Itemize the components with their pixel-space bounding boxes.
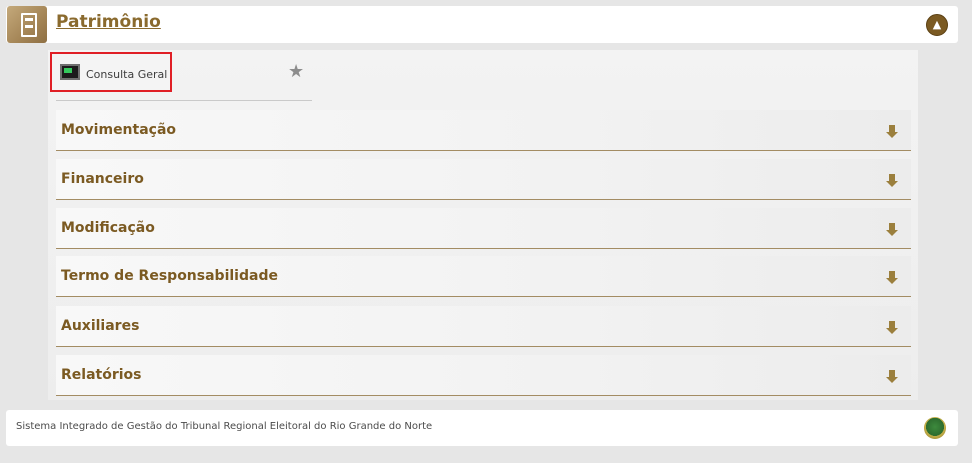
section-label: Relatórios xyxy=(61,367,142,383)
computer-monitor-icon xyxy=(60,64,80,80)
page-header: Patrimônio ▲ xyxy=(6,6,958,43)
chevron-down-icon[interactable] xyxy=(885,370,899,384)
patrimonio-module-icon xyxy=(7,6,47,43)
section-modificacao[interactable]: Modificação xyxy=(56,208,911,249)
section-label: Auxiliares xyxy=(61,318,140,334)
favorite-star-icon[interactable]: ★ xyxy=(288,63,304,81)
section-label: Financeiro xyxy=(61,171,144,187)
chevron-down-icon[interactable] xyxy=(885,321,899,335)
section-termo-responsabilidade[interactable]: Termo de Responsabilidade xyxy=(56,256,911,297)
arrow-up-circle-icon[interactable]: ▲ xyxy=(926,14,948,36)
section-label: Modificação xyxy=(61,220,155,236)
page-title[interactable]: Patrimônio xyxy=(56,12,161,32)
section-relatorios[interactable]: Relatórios xyxy=(56,355,911,396)
consulta-geral-shortcut[interactable]: Consulta Geral xyxy=(50,52,172,92)
national-emblem-icon xyxy=(924,417,946,439)
chevron-down-icon[interactable] xyxy=(885,223,899,237)
section-financeiro[interactable]: Financeiro xyxy=(56,159,911,200)
quick-divider xyxy=(56,100,312,101)
section-movimentacao[interactable]: Movimentação xyxy=(56,110,911,151)
consulta-geral-label: Consulta Geral xyxy=(86,68,168,81)
section-label: Termo de Responsabilidade xyxy=(61,268,278,284)
page-footer: Sistema Integrado de Gestão do Tribunal … xyxy=(6,410,958,446)
footer-text: Sistema Integrado de Gestão do Tribunal … xyxy=(16,421,433,432)
section-auxiliares[interactable]: Auxiliares xyxy=(56,306,911,347)
section-label: Movimentação xyxy=(61,122,177,138)
chevron-down-icon[interactable] xyxy=(885,125,899,139)
chevron-down-icon[interactable] xyxy=(885,271,899,285)
chevron-down-icon[interactable] xyxy=(885,174,899,188)
